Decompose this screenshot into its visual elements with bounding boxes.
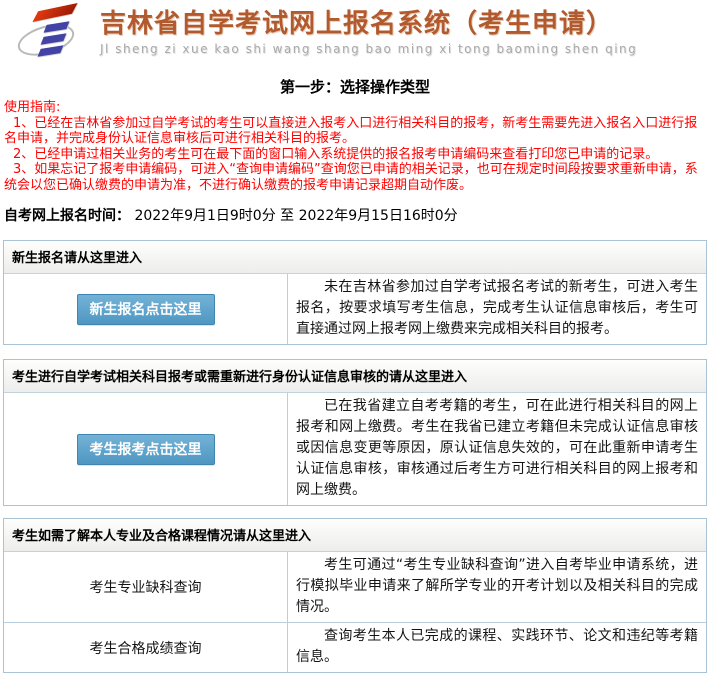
- section-candidate-apply-heading: 考生进行自学考试相关科目报考或需重新进行身份认证信息审核的请从这里进入: [4, 360, 706, 393]
- section-candidate-apply-button-cell: 考生报考点击这里: [4, 393, 288, 505]
- passed-score-query-description: 查询考生本人已完成的课程、实践环节、论文和违纪等考籍信息。: [296, 626, 698, 668]
- section-new-student-description: 未在吉林省参加过自学考试报名考试的新考生，可进入考生报名，按要求填写考生信息，完…: [296, 277, 698, 340]
- usage-guide-item: 1、已经在吉林省参加过自学考试的考生可以直接进入报考入口进行相关科目的报考，新考…: [4, 116, 708, 147]
- missing-subject-query-link-cell[interactable]: 考生专业缺科查询: [4, 552, 288, 622]
- section-new-student-heading: 新生报名请从这里进入: [4, 241, 706, 274]
- usage-guide: 使用指南: 1、已经在吉林省参加过自学考试的考生可以直接进入报考入口进行相关科目…: [4, 100, 708, 193]
- missing-subject-query-description: 考生可通过“考生专业缺科查询”进入自考毕业申请系统，进行模拟毕业申请来了解所学专…: [296, 555, 698, 618]
- passed-score-query-link-cell[interactable]: 考生合格成绩查询: [4, 623, 288, 672]
- query-row-missing-subjects: 考生专业缺科查询 考生可通过“考生专业缺科查询”进入自考毕业申请系统，进行模拟毕…: [4, 552, 706, 622]
- section-new-student-description-cell: 未在吉林省参加过自学考试报名考试的新考生，可进入考生报名，按要求填写考生信息，完…: [288, 274, 706, 344]
- new-student-register-button[interactable]: 新生报名点击这里: [77, 294, 215, 325]
- section-new-student-button-cell: 新生报名点击这里: [4, 274, 288, 344]
- section-candidate-apply-description: 已在我省建立自考考籍的考生，可在此进行相关科目的网上报考和网上缴费。考生在我省已…: [296, 396, 698, 501]
- passed-score-query-description-cell: 查询考生本人已完成的课程、实践环节、论文和违纪等考籍信息。: [288, 623, 706, 672]
- missing-subject-query-description-cell: 考生可通过“考生专业缺科查询”进入自考毕业申请系统，进行模拟毕业申请来了解所学专…: [288, 552, 706, 622]
- passed-score-query-link[interactable]: 考生合格成绩查询: [90, 638, 202, 658]
- usage-guide-item: 3、如果忘记了报考申请编码，可进入“查询申请编码”查询您已申请的相关记录，也可在…: [4, 162, 708, 193]
- candidate-apply-button[interactable]: 考生报考点击这里: [77, 434, 215, 465]
- step-title: 第一步：选择操作类型: [0, 76, 710, 97]
- registration-time-label: 自考网上报名时间：: [4, 208, 130, 224]
- app-title: 吉林省自学考试网上报名系统（考生申请）: [100, 8, 637, 40]
- registration-time-value: 2022年9月1日9时0分 至 2022年9月15日16时0分: [134, 208, 457, 224]
- logo-red-roof-shape: [32, 3, 77, 22]
- usage-guide-heading: 使用指南:: [4, 100, 708, 116]
- section-candidate-apply: 考生进行自学考试相关科目报考或需重新进行身份认证信息审核的请从这里进入 考生报考…: [3, 359, 707, 506]
- section-candidate-apply-description-cell: 已在我省建立自考考籍的考生，可在此进行相关科目的网上报考和网上缴费。考生在我省已…: [288, 393, 706, 505]
- missing-subject-query-link[interactable]: 考生专业缺科查询: [90, 577, 202, 597]
- registration-time-line: 自考网上报名时间： 2022年9月1日9时0分 至 2022年9月15日16时0…: [4, 205, 710, 225]
- section-queries: 考生如需了解本人专业及合格课程情况请从这里进入 考生专业缺科查询 考生可通过“考…: [3, 518, 707, 673]
- section-new-student: 新生报名请从这里进入 新生报名点击这里 未在吉林省参加过自学考试报名考试的新考生…: [3, 240, 707, 345]
- section-queries-heading: 考生如需了解本人专业及合格课程情况请从这里进入: [4, 519, 706, 552]
- query-row-passed-scores: 考生合格成绩查询 查询考生本人已完成的课程、实践环节、论文和违纪等考籍信息。: [4, 622, 706, 672]
- jilin-selfexam-logo-icon: [16, 4, 82, 64]
- app-title-pinyin: Jl sheng zi xue kao shi wang shang bao m…: [100, 42, 637, 56]
- page-header: 吉林省自学考试网上报名系统（考生申请） Jl sheng zi xue kao …: [0, 0, 710, 66]
- usage-guide-item: 2、已经申请过相关业务的考生可在最下面的窗口输入系统提供的报名报考申请编码来查看…: [4, 147, 708, 163]
